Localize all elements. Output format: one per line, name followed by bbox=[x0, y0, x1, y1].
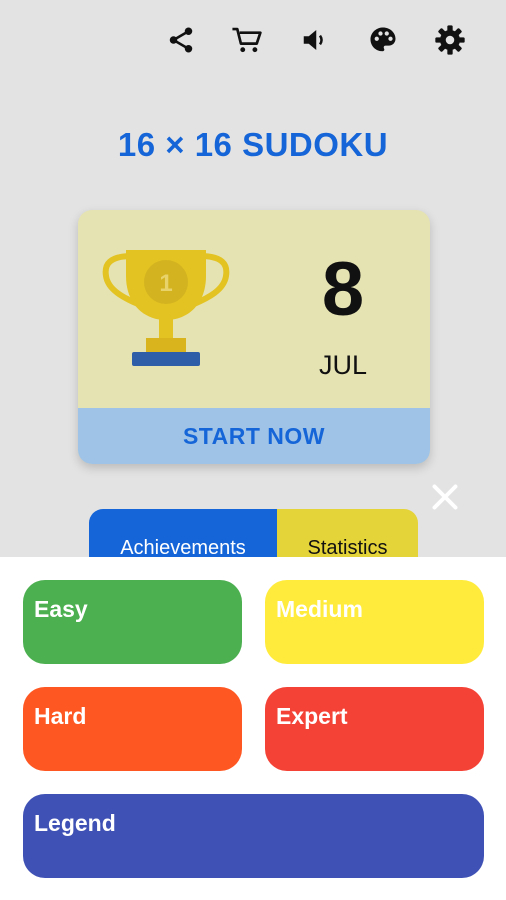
gear-icon[interactable] bbox=[432, 22, 468, 58]
share-icon[interactable] bbox=[163, 22, 199, 58]
trophy-rank: 1 bbox=[159, 270, 172, 297]
legend-button[interactable]: Legend bbox=[23, 794, 484, 878]
difficulty-sheet: Easy Medium Hard Expert Legend bbox=[0, 557, 506, 900]
easy-button[interactable]: Easy bbox=[23, 580, 242, 664]
cart-icon[interactable] bbox=[229, 22, 265, 58]
main-screen: 16 × 16 SUDOKU 1 8 JUL START NOW Achieve… bbox=[0, 0, 506, 900]
medium-button[interactable]: Medium bbox=[265, 580, 484, 664]
palette-icon[interactable] bbox=[365, 22, 401, 58]
app-title: 16 × 16 SUDOKU bbox=[117, 126, 389, 163]
daily-challenge-card[interactable]: 1 8 JUL START NOW bbox=[78, 210, 430, 464]
month-label: JUL bbox=[318, 350, 367, 380]
volume-icon[interactable] bbox=[297, 22, 333, 58]
day-number: 8 bbox=[321, 247, 365, 332]
close-icon[interactable] bbox=[428, 480, 462, 514]
expert-button[interactable]: Expert bbox=[265, 687, 484, 771]
start-now-button[interactable]: START NOW bbox=[78, 408, 430, 464]
trophy-icon: 1 bbox=[102, 250, 230, 366]
hard-button[interactable]: Hard bbox=[23, 687, 242, 771]
